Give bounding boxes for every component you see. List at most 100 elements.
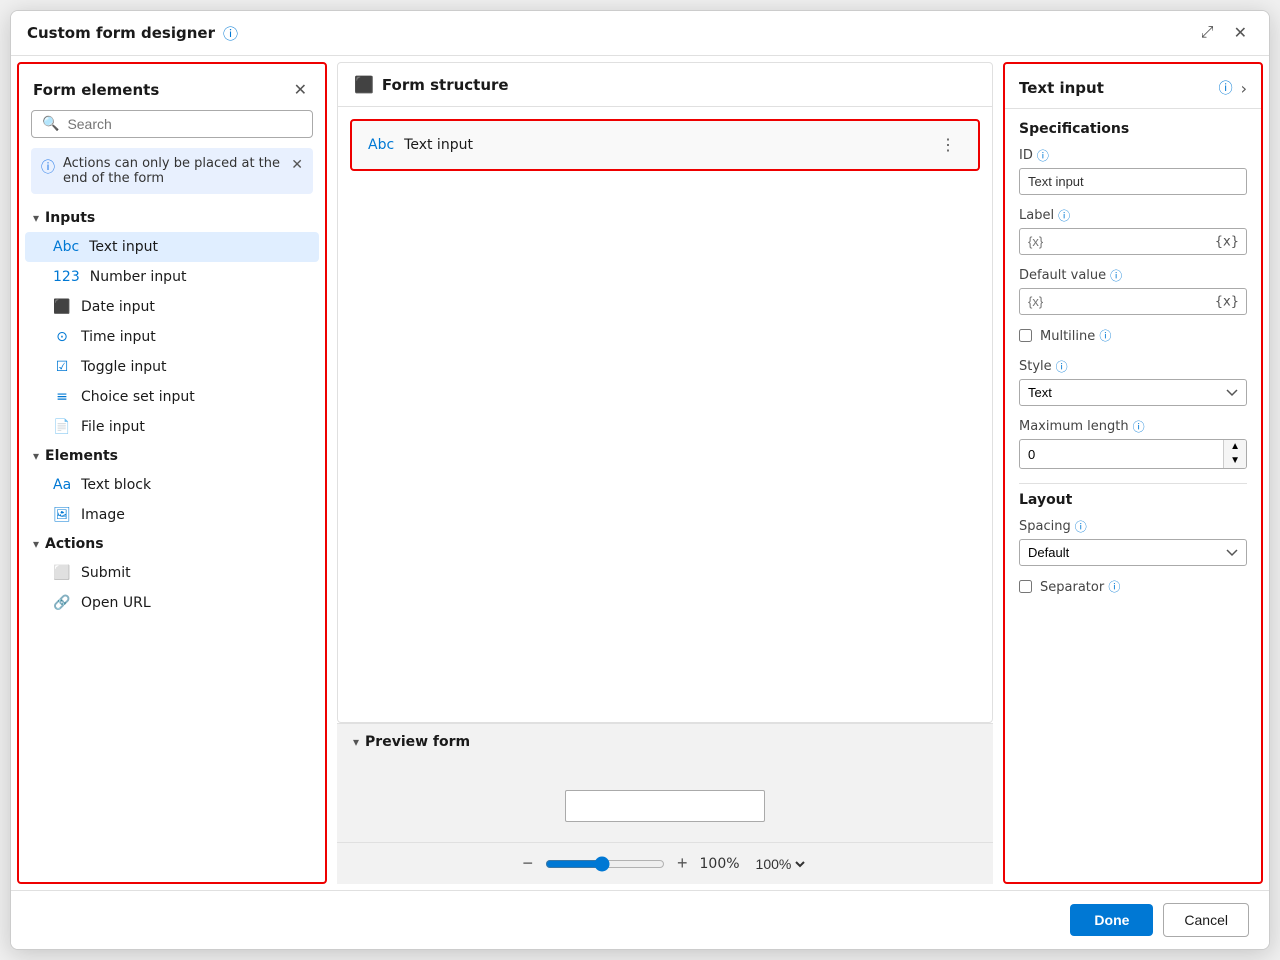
max-length-field-label: Maximum length ⓘ <box>1019 418 1247 435</box>
menu-item-file-input[interactable]: 📄 File input <box>25 412 319 442</box>
image-icon: 🖼 <box>53 507 71 523</box>
info-banner-close-button[interactable]: ✕ <box>291 156 303 173</box>
form-item-more-button[interactable]: ⋮ <box>934 133 962 157</box>
number-input-icon: 123 <box>53 269 80 285</box>
inputs-section-header[interactable]: ▾ Inputs <box>19 204 325 232</box>
choice-set-input-icon: ≡ <box>53 389 71 405</box>
actions-section-label: Actions <box>45 536 104 552</box>
max-length-field-wrapper: ▲ ▼ <box>1019 439 1247 469</box>
default-value-input-icon: {x} <box>1215 294 1239 309</box>
multiline-checkbox[interactable] <box>1019 329 1032 342</box>
menu-item-open-url[interactable]: 🔗 Open URL <box>25 588 319 618</box>
multiline-label[interactable]: Multiline ⓘ <box>1040 327 1111 344</box>
max-length-field-input[interactable] <box>1020 442 1223 467</box>
done-button[interactable]: Done <box>1070 904 1153 936</box>
form-item-row[interactable]: Abc Text input ⋮ <box>350 119 980 171</box>
id-field-input[interactable] <box>1019 168 1247 195</box>
window-title: Custom form designer <box>27 24 215 42</box>
search-box[interactable]: 🔍 <box>31 110 313 138</box>
elements-section-label: Elements <box>45 448 118 464</box>
spacing-select[interactable]: Default None Small Medium Large Extra La… <box>1019 539 1247 566</box>
text-block-icon: Aa <box>53 477 71 493</box>
close-left-panel-button[interactable]: ✕ <box>290 78 311 102</box>
preview-chevron-icon: ▾ <box>353 735 359 749</box>
text-block-label: Text block <box>81 477 151 493</box>
menu-item-date-input[interactable]: ⬛ Date input <box>25 292 319 322</box>
separator-info-icon[interactable]: ⓘ <box>1108 580 1120 594</box>
minimize-button[interactable]: ⤢ <box>1195 22 1220 44</box>
separator-row: Separator ⓘ <box>1019 578 1247 595</box>
image-label: Image <box>81 507 125 523</box>
zoom-value-label: 100% <box>700 856 740 872</box>
menu-item-image[interactable]: 🖼 Image <box>25 500 319 530</box>
right-panel-header: Text input ⓘ › <box>1005 64 1261 109</box>
date-input-label: Date input <box>81 299 155 315</box>
zoom-out-button[interactable]: − <box>522 853 533 874</box>
close-window-button[interactable]: ✕ <box>1228 21 1253 45</box>
text-input-label: Text input <box>89 239 158 255</box>
style-field-label: Style ⓘ <box>1019 358 1247 375</box>
info-banner: ⓘ Actions can only be placed at the end … <box>31 148 313 194</box>
center-panel: ⬛ Form structure Abc Text input ⋮ ▾ Prev… <box>337 62 993 884</box>
menu-item-number-input[interactable]: 123 Number input <box>25 262 319 292</box>
menu-item-toggle-input[interactable]: ☑ Toggle input <box>25 352 319 382</box>
search-input[interactable] <box>67 116 302 132</box>
max-length-spin-down[interactable]: ▼ <box>1224 454 1246 468</box>
main-content: Form elements ✕ 🔍 ⓘ Actions can only be … <box>11 56 1269 890</box>
menu-item-choice-set-input[interactable]: ≡ Choice set input <box>25 382 319 412</box>
label-info-icon[interactable]: ⓘ <box>1058 207 1070 224</box>
actions-section-header[interactable]: ▾ Actions <box>19 530 325 558</box>
form-item-label: Text input <box>404 137 924 153</box>
choice-set-input-label: Choice set input <box>81 389 195 405</box>
max-length-spin-up[interactable]: ▲ <box>1224 440 1246 454</box>
style-select[interactable]: Text Tel URL Email Password <box>1019 379 1247 406</box>
open-url-icon: 🔗 <box>53 595 71 611</box>
main-window: Custom form designer ⓘ ⤢ ✕ Form elements… <box>10 10 1270 950</box>
label-field-input[interactable] <box>1019 228 1247 255</box>
form-structure-title: Form structure <box>382 76 509 94</box>
separator-checkbox[interactable] <box>1019 580 1032 593</box>
toggle-input-icon: ☑ <box>53 359 71 375</box>
default-value-field-label: Default value ⓘ <box>1019 267 1247 284</box>
time-input-icon: ⊙ <box>53 329 71 345</box>
multiline-row: Multiline ⓘ <box>1019 327 1247 344</box>
open-url-label: Open URL <box>81 595 151 611</box>
menu-item-submit[interactable]: ⬜ Submit <box>25 558 319 588</box>
preview-section: ▾ Preview form − + 100% 100% 75% 50% 125… <box>337 723 993 884</box>
spacing-info-icon[interactable]: ⓘ <box>1075 518 1087 535</box>
text-input-icon: Abc <box>53 239 79 255</box>
max-length-info-icon[interactable]: ⓘ <box>1133 418 1145 435</box>
zoom-in-button[interactable]: + <box>677 853 688 874</box>
id-info-icon[interactable]: ⓘ <box>1037 147 1049 164</box>
preview-header[interactable]: ▾ Preview form <box>337 724 993 760</box>
multiline-info-icon[interactable]: ⓘ <box>1099 329 1111 343</box>
default-value-field-input[interactable] <box>1019 288 1247 315</box>
toggle-input-label: Toggle input <box>81 359 166 375</box>
menu-item-text-block[interactable]: Aa Text block <box>25 470 319 500</box>
menu-item-text-input[interactable]: Abc Text input <box>25 232 319 262</box>
right-panel-info-icon[interactable]: ⓘ <box>1219 78 1233 98</box>
max-length-spinners: ▲ ▼ <box>1223 440 1246 468</box>
specifications-title: Specifications <box>1019 121 1247 137</box>
left-panel: Form elements ✕ 🔍 ⓘ Actions can only be … <box>17 62 327 884</box>
actions-chevron-icon: ▾ <box>33 537 39 551</box>
zoom-dropdown[interactable]: 100% 75% 50% 125% 150% <box>752 855 808 873</box>
label-input-icon: {x} <box>1215 234 1239 249</box>
title-info-icon[interactable]: ⓘ <box>223 23 238 44</box>
submit-label: Submit <box>81 565 131 581</box>
style-info-icon[interactable]: ⓘ <box>1056 358 1068 375</box>
right-panel-content: Specifications ID ⓘ Label ⓘ {x} Default … <box>1005 109 1261 621</box>
default-value-info-icon[interactable]: ⓘ <box>1110 267 1122 284</box>
menu-item-time-input[interactable]: ⊙ Time input <box>25 322 319 352</box>
title-bar: Custom form designer ⓘ ⤢ ✕ <box>11 11 1269 56</box>
elements-section-header[interactable]: ▾ Elements <box>19 442 325 470</box>
preview-title: Preview form <box>365 734 470 750</box>
elements-chevron-icon: ▾ <box>33 449 39 463</box>
info-banner-icon: ⓘ <box>41 157 55 177</box>
cancel-button[interactable]: Cancel <box>1163 903 1249 937</box>
right-panel-nav-button[interactable]: › <box>1241 79 1247 98</box>
form-elements-title: Form elements <box>33 81 159 99</box>
date-input-icon: ⬛ <box>53 299 71 315</box>
zoom-slider[interactable] <box>545 856 665 872</box>
separator-label[interactable]: Separator ⓘ <box>1040 578 1120 595</box>
